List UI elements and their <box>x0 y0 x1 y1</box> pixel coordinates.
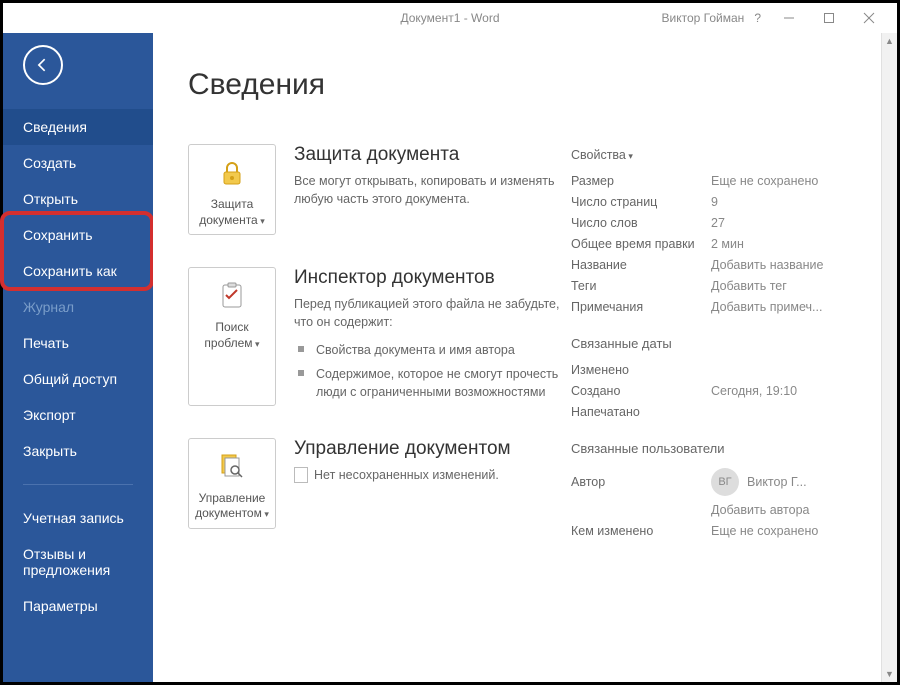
inspect-document-button[interactable]: Поиск проблем <box>188 267 276 406</box>
date-modified: Изменено <box>571 363 861 377</box>
prop-size: РазмерЕще не сохранено <box>571 174 861 188</box>
close-button[interactable] <box>849 6 889 30</box>
page-title: Сведения <box>188 68 571 102</box>
add-author[interactable]: Добавить автора <box>571 503 861 517</box>
inspect-bullets: Свойства документа и имя автора Содержим… <box>294 341 571 400</box>
nav-info[interactable]: Сведения <box>3 109 153 145</box>
prop-words: Число слов27 <box>571 216 861 230</box>
document-search-icon <box>195 449 269 485</box>
nav-save-as[interactable]: Сохранить как <box>3 253 153 289</box>
prop-comments[interactable]: ПримечанияДобавить примеч... <box>571 300 861 314</box>
manage-document-button[interactable]: Управление документом <box>188 438 276 529</box>
nav-share[interactable]: Общий доступ <box>3 361 153 397</box>
section-manage: Управление документом Управление докумен… <box>188 438 571 529</box>
properties-panel: Свойства РазмерЕще не сохранено Число ст… <box>571 68 861 662</box>
content-area: Сведения Защита документа Защита докумен… <box>153 33 897 682</box>
author-avatar[interactable]: ВГ <box>711 468 739 496</box>
help-button[interactable]: ? <box>754 11 761 25</box>
document-icon <box>294 467 308 483</box>
prop-edit-time: Общее время правки2 мин <box>571 237 861 251</box>
dates-header: Связанные даты <box>571 336 861 351</box>
properties-dropdown[interactable]: Свойства <box>571 148 861 162</box>
protect-title: Защита документа <box>294 144 571 166</box>
nav-close[interactable]: Закрыть <box>3 433 153 469</box>
nav-export[interactable]: Экспорт <box>3 397 153 433</box>
users-header: Связанные пользователи <box>571 441 861 456</box>
inspect-bullet-2: Содержимое, которое не смогут прочесть л… <box>294 365 571 401</box>
user-modified-by: Кем измененоЕще не сохранено <box>571 524 861 538</box>
protect-desc: Все могут открывать, копировать и изменя… <box>294 172 571 208</box>
nav-save[interactable]: Сохранить <box>3 217 153 253</box>
prop-title[interactable]: НазваниеДобавить название <box>571 258 861 272</box>
prop-tags[interactable]: ТегиДобавить тег <box>571 279 861 293</box>
nav-history: Журнал <box>3 289 153 325</box>
nav-feedback[interactable]: Отзывы и предложения <box>3 536 153 588</box>
user-name[interactable]: Виктор Гойман <box>662 11 745 25</box>
section-protect: Защита документа Защита документа Все мо… <box>188 144 571 235</box>
minimize-button[interactable] <box>769 6 809 30</box>
date-created: СозданоСегодня, 19:10 <box>571 384 861 398</box>
nav-options[interactable]: Параметры <box>3 588 153 624</box>
titlebar: Документ1 - Word Виктор Гойман ? <box>3 3 897 33</box>
nav-open[interactable]: Открыть <box>3 181 153 217</box>
nav-divider <box>23 484 133 485</box>
window-title: Документ1 - Word <box>400 11 499 25</box>
scroll-up-icon[interactable]: ▲ <box>882 33 897 49</box>
date-printed: Напечатано <box>571 405 861 419</box>
scroll-down-icon[interactable]: ▼ <box>882 666 897 682</box>
section-inspect: Поиск проблем Инспектор документов Перед… <box>188 267 571 406</box>
nav-print[interactable]: Печать <box>3 325 153 361</box>
protect-document-button[interactable]: Защита документа <box>188 144 276 235</box>
nav-new[interactable]: Создать <box>3 145 153 181</box>
sidebar: Сведения Создать Открыть Сохранить Сохра… <box>3 33 153 682</box>
clipboard-check-icon <box>195 278 269 314</box>
vertical-scrollbar[interactable]: ▲ ▼ <box>881 33 897 682</box>
inspect-desc: Перед публикацией этого файла не забудьт… <box>294 295 571 331</box>
prop-pages: Число страниц9 <box>571 195 861 209</box>
manage-desc: Нет несохраненных изменений. <box>294 466 571 484</box>
maximize-button[interactable] <box>809 6 849 30</box>
back-button[interactable] <box>23 45 63 85</box>
user-author: Автор ВГ Виктор Г... <box>571 468 861 496</box>
inspect-bullet-1: Свойства документа и имя автора <box>294 341 571 359</box>
nav-account[interactable]: Учетная запись <box>3 500 153 536</box>
lock-icon <box>195 155 269 191</box>
inspect-title: Инспектор документов <box>294 267 571 289</box>
manage-title: Управление документом <box>294 438 571 460</box>
